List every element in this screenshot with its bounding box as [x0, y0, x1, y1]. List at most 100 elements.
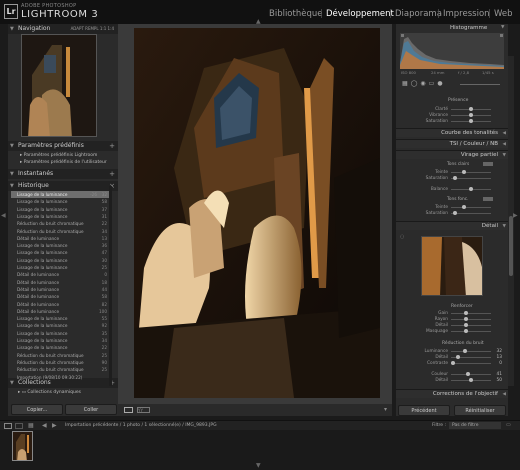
slider-knob[interactable]: [461, 205, 466, 209]
module-diaporama[interactable]: Diaporama: [395, 9, 442, 19]
module-web[interactable]: Web: [494, 9, 513, 19]
right-scroll-thumb[interactable]: [509, 216, 513, 276]
slider-track[interactable]: [451, 351, 491, 352]
lens-corrections-header[interactable]: Corrections de l'objectif ◀: [396, 389, 508, 398]
slider-knob[interactable]: [452, 176, 457, 180]
slider-knob[interactable]: [463, 323, 468, 327]
right-panel-toggle-icon[interactable]: ▶: [513, 212, 518, 219]
detail-target-icon[interactable]: ◌: [400, 234, 404, 240]
zoom-options[interactable]: ADAPT REMPL 1:1 1:4: [71, 24, 114, 34]
history-row[interactable]: Lissage de la luminance 58: [11, 198, 109, 205]
slider-track[interactable]: [451, 207, 491, 208]
filter-dropdown[interactable]: Pas de filtre: [449, 422, 501, 429]
collapse-icon[interactable]: ▼: [501, 25, 504, 30]
hsl-header[interactable]: TSI / Couleur / NB ◀: [396, 139, 508, 148]
history-scrollbar[interactable]: [109, 186, 112, 386]
slider-knob[interactable]: [451, 361, 455, 365]
history-row[interactable]: Lissage de la luminance 25: [11, 264, 109, 271]
history-row[interactable]: Lissage de la luminance -26 32: [11, 191, 109, 198]
preset-folder-user[interactable]: ▸ Paramètres prédéfinis de l'utilisateur: [20, 160, 107, 165]
history-row[interactable]: Détail de luminance 18: [11, 279, 109, 286]
left-panel-toggle-icon[interactable]: ◀: [1, 212, 6, 219]
slider-knob[interactable]: [469, 187, 473, 191]
slider-track[interactable]: [451, 363, 491, 364]
detail-header[interactable]: Détail ▼: [396, 221, 508, 230]
compare-view-icon[interactable]: YY: [137, 407, 150, 413]
paste-button[interactable]: Coller: [65, 404, 117, 415]
snapshots-header[interactable]: ▼ Instantanés +: [8, 169, 118, 179]
filmstrip-thumbnail[interactable]: [12, 431, 33, 461]
grid-view-icon[interactable]: ▦: [28, 422, 34, 429]
add-preset-icon[interactable]: +: [109, 141, 115, 151]
history-row[interactable]: Détail de luminance 100: [11, 308, 109, 315]
back-arrow-icon[interactable]: ◀: [42, 422, 47, 429]
filmstrip-source[interactable]: Importation précédente / 1 photo / 1 sél…: [65, 423, 217, 428]
histogram[interactable]: [400, 33, 504, 69]
history-row[interactable]: Lissage de la luminance 36: [11, 242, 109, 249]
slider-track[interactable]: [451, 213, 491, 214]
slider-knob[interactable]: [452, 211, 457, 215]
slider-track[interactable]: [451, 172, 491, 173]
slider-knob[interactable]: [455, 355, 460, 359]
slider-track[interactable]: [451, 374, 491, 375]
history-row[interactable]: Lissage de la luminance 55: [11, 315, 109, 322]
module-developpement[interactable]: Développement: [326, 9, 394, 19]
history-row[interactable]: Réduction du bruit chromatique 34: [11, 228, 109, 235]
slider-track[interactable]: [451, 331, 491, 332]
adjustment-brush-icon[interactable]: ●: [437, 80, 445, 87]
crop-tool-icon[interactable]: ▦: [402, 80, 411, 87]
history-row[interactable]: Détail de luminance 13: [11, 235, 109, 242]
main-photo[interactable]: [134, 28, 380, 398]
shadows-swatch[interactable]: [483, 197, 493, 201]
split-toning-header[interactable]: Virage partiel ▼: [396, 150, 508, 159]
navigator-header[interactable]: ▼ Navigation ADAPT REMPL 1:1 1:4: [8, 24, 118, 34]
red-eye-icon[interactable]: ◉: [420, 80, 428, 87]
history-row[interactable]: Lissage de la luminance 31: [11, 213, 109, 220]
slider-track[interactable]: [451, 313, 491, 314]
history-row[interactable]: Importation (9/08/10 09:30:22): [11, 374, 109, 381]
history-row[interactable]: Réduction du bruit chromatique 25: [11, 366, 109, 373]
presets-header[interactable]: ▼ Paramètres prédéfinis +: [8, 141, 118, 151]
history-header[interactable]: ▼ Historique ×: [8, 181, 118, 191]
slider-knob[interactable]: [463, 329, 468, 333]
detail-preview[interactable]: [421, 236, 483, 296]
slider-knob[interactable]: [469, 378, 473, 382]
tone-curve-header[interactable]: Courbe des tonalités ◀: [396, 128, 508, 137]
history-row[interactable]: Lissage de la luminance 22: [11, 344, 109, 351]
page2-icon[interactable]: [15, 423, 23, 429]
module-impression[interactable]: Impression: [443, 9, 490, 19]
tool-slider[interactable]: [460, 84, 500, 85]
history-row[interactable]: Détail de luminance 82: [11, 301, 109, 308]
slider-knob[interactable]: [463, 317, 468, 321]
preset-folder-lightroom[interactable]: ▸ Paramètres prédéfinis Lightroom: [20, 153, 97, 158]
slider-knob[interactable]: [463, 311, 468, 315]
slider-knob[interactable]: [461, 170, 466, 174]
page1-icon[interactable]: [4, 423, 12, 429]
slider-track[interactable]: [451, 319, 491, 320]
history-row[interactable]: Réduction du bruit chromatique 22: [11, 220, 109, 227]
history-row[interactable]: Lissage de la luminance 34: [11, 337, 109, 344]
history-row[interactable]: Réduction du bruit chromatique 25: [11, 352, 109, 359]
history-row[interactable]: Détail de luminance 44: [11, 286, 109, 293]
history-row[interactable]: Lissage de la luminance 35: [11, 330, 109, 337]
history-row[interactable]: Détail de luminance 0: [11, 271, 109, 278]
history-row[interactable]: Réduction du bruit chromatique 90: [11, 359, 109, 366]
history-row[interactable]: Lissage de la luminance 37: [11, 206, 109, 213]
filter-toggle-icon[interactable]: ▭: [506, 422, 511, 428]
slider-knob[interactable]: [469, 119, 473, 123]
slider-track[interactable]: [451, 325, 491, 326]
graduated-filter-icon[interactable]: ▭: [429, 80, 438, 87]
previous-button[interactable]: Précédent: [398, 405, 450, 416]
history-row[interactable]: Lissage de la luminance 92: [11, 322, 109, 329]
history-row[interactable]: Détail de luminance 58: [11, 293, 109, 300]
history-row[interactable]: Lissage de la luminance 47: [11, 249, 109, 256]
toolbar-menu-icon[interactable]: ▾: [384, 406, 387, 413]
slider-track[interactable]: [451, 178, 491, 179]
collection-smart[interactable]: ▸ ▭ Collections dynamiques: [18, 390, 81, 395]
copy-button[interactable]: Copier...: [11, 404, 63, 415]
slider-knob[interactable]: [462, 349, 467, 353]
bottom-collapse-icon[interactable]: ▼: [256, 462, 261, 469]
reset-button[interactable]: Réinitialiser: [454, 405, 506, 416]
loupe-view-icon[interactable]: [124, 407, 133, 413]
navigator-preview[interactable]: [21, 34, 97, 137]
